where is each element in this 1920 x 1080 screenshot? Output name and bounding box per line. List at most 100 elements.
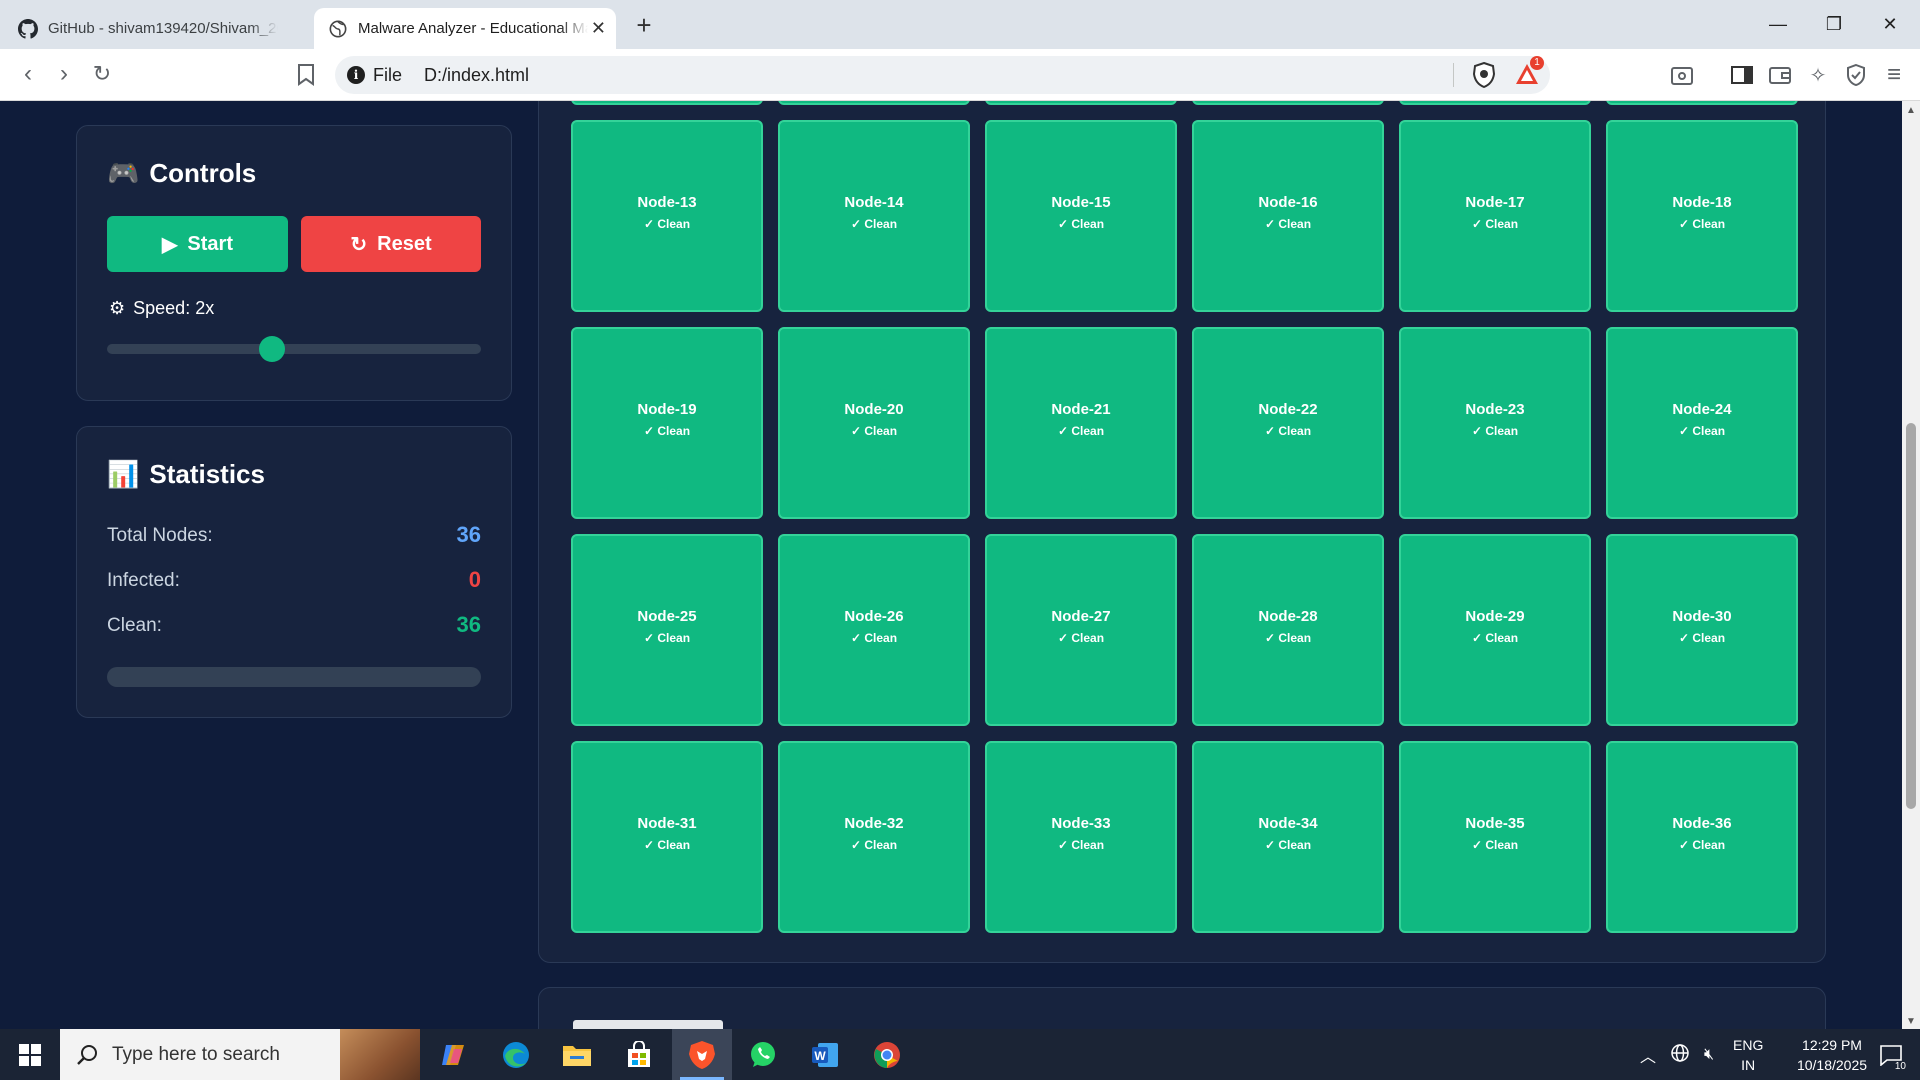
speed-slider-thumb[interactable] (258, 336, 285, 362)
node-name: Node-35 (1465, 814, 1525, 832)
node-status: ✓ Clean (643, 423, 691, 438)
stat-label: Clean: (107, 615, 162, 636)
network-node[interactable]: Node-25 ✓ Clean (571, 534, 763, 726)
speaker-muted-icon[interactable]: 🔇︎ (1704, 1046, 1714, 1064)
scrollbar-thumb[interactable] (1906, 423, 1916, 809)
forward-arrow-icon[interactable]: › (48, 59, 80, 91)
github-icon (18, 18, 38, 39)
time: 12:29 PM (1802, 1036, 1862, 1053)
notification-center-icon[interactable]: 10 (1866, 1029, 1916, 1080)
maximize-button[interactable]: ❐ (1806, 8, 1862, 40)
network-node[interactable]: Node-15 ✓ Clean (985, 120, 1177, 312)
new-tab-button[interactable]: + (628, 10, 660, 42)
network-node-partial[interactable] (571, 101, 763, 105)
reset-button[interactable]: ↻ Reset (301, 216, 481, 272)
windows-start-icon[interactable] (0, 1029, 60, 1080)
network-node[interactable]: Node-29 ✓ Clean (1399, 534, 1591, 726)
network-node[interactable]: Node-30 ✓ Clean (1606, 534, 1798, 726)
edge-icon[interactable] (486, 1029, 546, 1080)
network-node-partial[interactable] (778, 101, 970, 105)
scroll-up-icon[interactable]: ▲ (1906, 105, 1916, 116)
node-name: Node-13 (637, 193, 697, 211)
file-explorer-icon[interactable] (547, 1029, 607, 1080)
microsoft-store-icon[interactable] (609, 1029, 669, 1080)
word-icon[interactable]: W (795, 1029, 855, 1080)
network-node[interactable]: Node-35 ✓ Clean (1399, 741, 1591, 933)
close-window-button[interactable]: ✕ (1862, 8, 1918, 40)
network-node[interactable]: Node-28 ✓ Clean (1192, 534, 1384, 726)
svg-text:W: W (814, 1049, 826, 1063)
menu-icon[interactable]: ≡ (1880, 61, 1908, 89)
brave-browser-icon[interactable] (672, 1029, 732, 1080)
node-status: ✓ Clean (1057, 216, 1105, 231)
network-node[interactable]: Node-34 ✓ Clean (1192, 741, 1384, 933)
network-node[interactable]: Node-27 ✓ Clean (985, 534, 1177, 726)
vpn-icon[interactable] (1842, 61, 1870, 89)
chevron-up-icon[interactable]: ︿ (1640, 1043, 1656, 1067)
node-status: ✓ Clean (643, 837, 691, 852)
node-name: Node-14 (844, 193, 904, 211)
network-node[interactable]: Node-20 ✓ Clean (778, 327, 970, 519)
node-name: Node-25 (637, 607, 697, 625)
node-status: ✓ Clean (1678, 216, 1726, 231)
node-name: Node-31 (637, 814, 697, 832)
network-node[interactable]: Node-14 ✓ Clean (778, 120, 970, 312)
tab-github[interactable]: GitHub - shivam139420/Shivam_2025 (4, 8, 304, 49)
language-indicator[interactable]: ENG IN (1733, 1029, 1763, 1080)
tab-malware-analyzer[interactable]: Malware Analyzer - Educational Malware ✕ (314, 8, 616, 49)
minimize-button[interactable]: — (1750, 8, 1806, 40)
taskbar-search-box[interactable]: Type here to search (60, 1029, 420, 1080)
node-status: ✓ Clean (1471, 837, 1519, 852)
tab-title: GitHub - shivam139420/Shivam_2025 (48, 20, 278, 37)
activity-log-panel (538, 987, 1826, 1029)
network-node[interactable]: Node-26 ✓ Clean (778, 534, 970, 726)
node-status: ✓ Clean (1264, 216, 1312, 231)
network-node[interactable]: Node-33 ✓ Clean (985, 741, 1177, 933)
network-node[interactable]: Node-24 ✓ Clean (1606, 327, 1798, 519)
network-node[interactable]: Node-19 ✓ Clean (571, 327, 763, 519)
windows-taskbar: Type here to search W ︿ 🔇︎ ENG IN 12:29 … (0, 1029, 1920, 1080)
stat-infected: Infected: 0 (107, 567, 481, 592)
brave-rewards-icon[interactable]: 1 (1514, 56, 1544, 88)
node-name: Node-17 (1465, 193, 1525, 211)
speed-slider[interactable] (107, 336, 481, 362)
network-node[interactable]: Node-36 ✓ Clean (1606, 741, 1798, 933)
network-node[interactable]: Node-31 ✓ Clean (571, 741, 763, 933)
node-name: Node-32 (844, 814, 904, 832)
network-node[interactable]: Node-22 ✓ Clean (1192, 327, 1384, 519)
url-text[interactable]: D:/index.html (424, 65, 529, 86)
network-node[interactable]: Node-32 ✓ Clean (778, 741, 970, 933)
network-node-partial[interactable] (1606, 101, 1798, 105)
node-name: Node-27 (1051, 607, 1111, 625)
info-icon[interactable]: i (347, 66, 365, 84)
start-button[interactable]: ▶ Start (107, 216, 288, 272)
page-scrollbar[interactable]: ▲ ▼ (1902, 101, 1920, 1029)
copilot-icon[interactable] (424, 1029, 484, 1080)
leo-ai-icon[interactable]: ✧ (1804, 61, 1832, 89)
address-bar[interactable]: i File D:/index.html 1 (335, 56, 1550, 94)
whatsapp-icon[interactable] (733, 1029, 793, 1080)
network-node[interactable]: Node-21 ✓ Clean (985, 327, 1177, 519)
network-node[interactable]: Node-23 ✓ Clean (1399, 327, 1591, 519)
network-node[interactable]: Node-13 ✓ Clean (571, 120, 763, 312)
network-globe-icon[interactable] (1670, 1043, 1690, 1067)
brave-shield-icon[interactable] (1472, 61, 1496, 89)
wallet-icon[interactable] (1766, 61, 1794, 89)
bookmark-icon[interactable] (290, 59, 322, 91)
close-tab-icon[interactable]: ✕ (591, 18, 606, 39)
page-search-icon[interactable] (1668, 61, 1696, 89)
reload-icon[interactable]: ↻ (86, 59, 118, 91)
network-node[interactable]: Node-17 ✓ Clean (1399, 120, 1591, 312)
network-node[interactable]: Node-16 ✓ Clean (1192, 120, 1384, 312)
scroll-down-icon[interactable]: ▼ (1906, 1016, 1916, 1027)
network-node-partial[interactable] (1399, 101, 1591, 105)
back-arrow-icon[interactable]: ‹ (12, 59, 44, 91)
notification-count: 10 (1892, 1061, 1908, 1072)
statistics-panel: 📊 Statistics Total Nodes: 36 Infected: 0… (76, 426, 512, 718)
chrome-icon[interactable] (857, 1029, 917, 1080)
sidebar-icon[interactable] (1728, 61, 1756, 89)
network-node-partial[interactable] (1192, 101, 1384, 105)
network-node[interactable]: Node-18 ✓ Clean (1606, 120, 1798, 312)
stat-total-nodes: Total Nodes: 36 (107, 522, 481, 547)
network-node-partial[interactable] (985, 101, 1177, 105)
